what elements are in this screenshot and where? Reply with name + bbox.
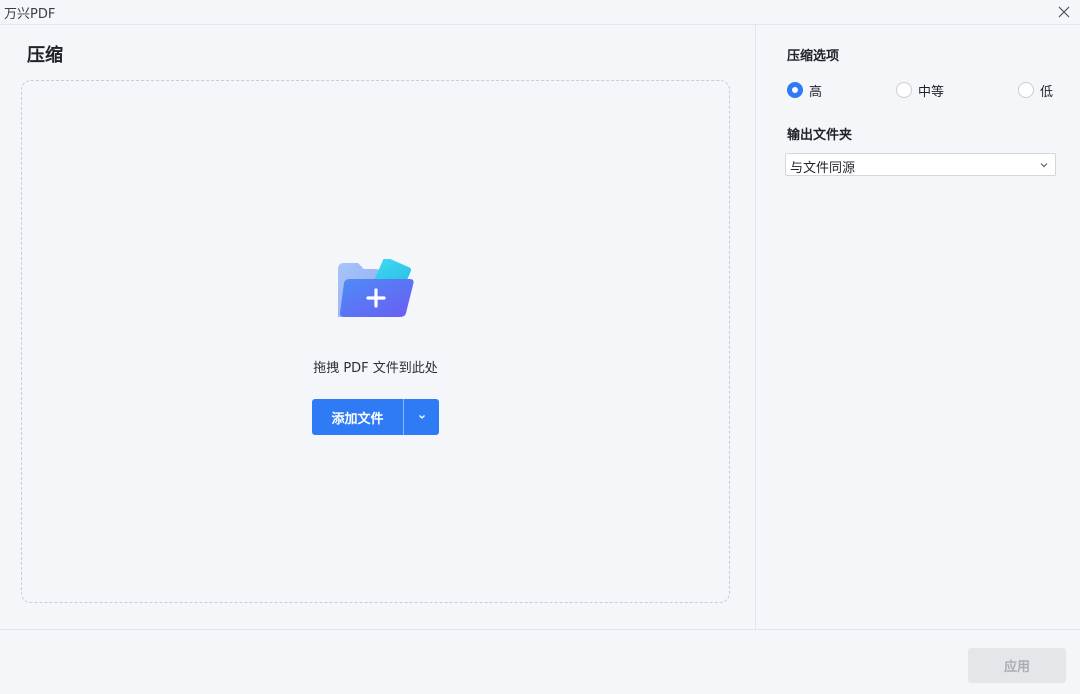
output-folder-label: 输出文件夹: [787, 128, 853, 143]
title-bar: 万兴PDF: [0, 0, 1080, 25]
radio-label-medium: 中等: [918, 84, 945, 100]
compression-options-label: 压缩选项: [787, 49, 840, 64]
radio-label-low: 低: [1040, 84, 1054, 100]
file-drop-zone[interactable]: 拖拽 PDF 文件到此处 添加文件: [21, 80, 730, 603]
close-button[interactable]: [1054, 2, 1074, 22]
add-file-menu-button[interactable]: [404, 399, 439, 435]
close-icon: [1058, 6, 1070, 18]
output-folder-value: 与文件同源: [790, 161, 856, 176]
add-file-split-button: 添加文件: [312, 399, 439, 435]
radio-label-high: 高: [809, 84, 823, 100]
compression-level-group: 高 中等 低: [787, 80, 1055, 100]
add-file-button[interactable]: 添加文件: [312, 399, 403, 435]
chevron-down-icon: [418, 415, 425, 419]
main-panel: 压缩 拖拽 PDF 文件到此处 添加文件: [0, 25, 756, 629]
radio-indicator: [896, 82, 912, 98]
radio-level-high[interactable]: 高: [787, 80, 822, 100]
radio-indicator: [1018, 82, 1034, 98]
folder-add-icon: [338, 259, 414, 317]
footer-bar: 应用: [0, 629, 1080, 694]
page-title: 压缩: [27, 45, 63, 66]
radio-level-medium[interactable]: 中等: [896, 80, 944, 100]
output-folder-select[interactable]: 与文件同源: [785, 153, 1056, 176]
radio-level-low[interactable]: 低: [1018, 80, 1053, 100]
options-panel: 压缩选项 高 中等 低 输出文件夹 与文件同源: [757, 25, 1080, 629]
chevron-down-icon: [1040, 163, 1048, 168]
drop-hint-text: 拖拽 PDF 文件到此处: [313, 361, 438, 376]
app-title: 万兴PDF: [4, 7, 56, 22]
apply-button[interactable]: 应用: [968, 648, 1066, 683]
radio-indicator-checked: [787, 82, 803, 98]
app-window: 万兴PDF 压缩 拖拽 PDF 文件到此处 添加文件 压缩选项 高 中等 低 输…: [0, 0, 1080, 694]
